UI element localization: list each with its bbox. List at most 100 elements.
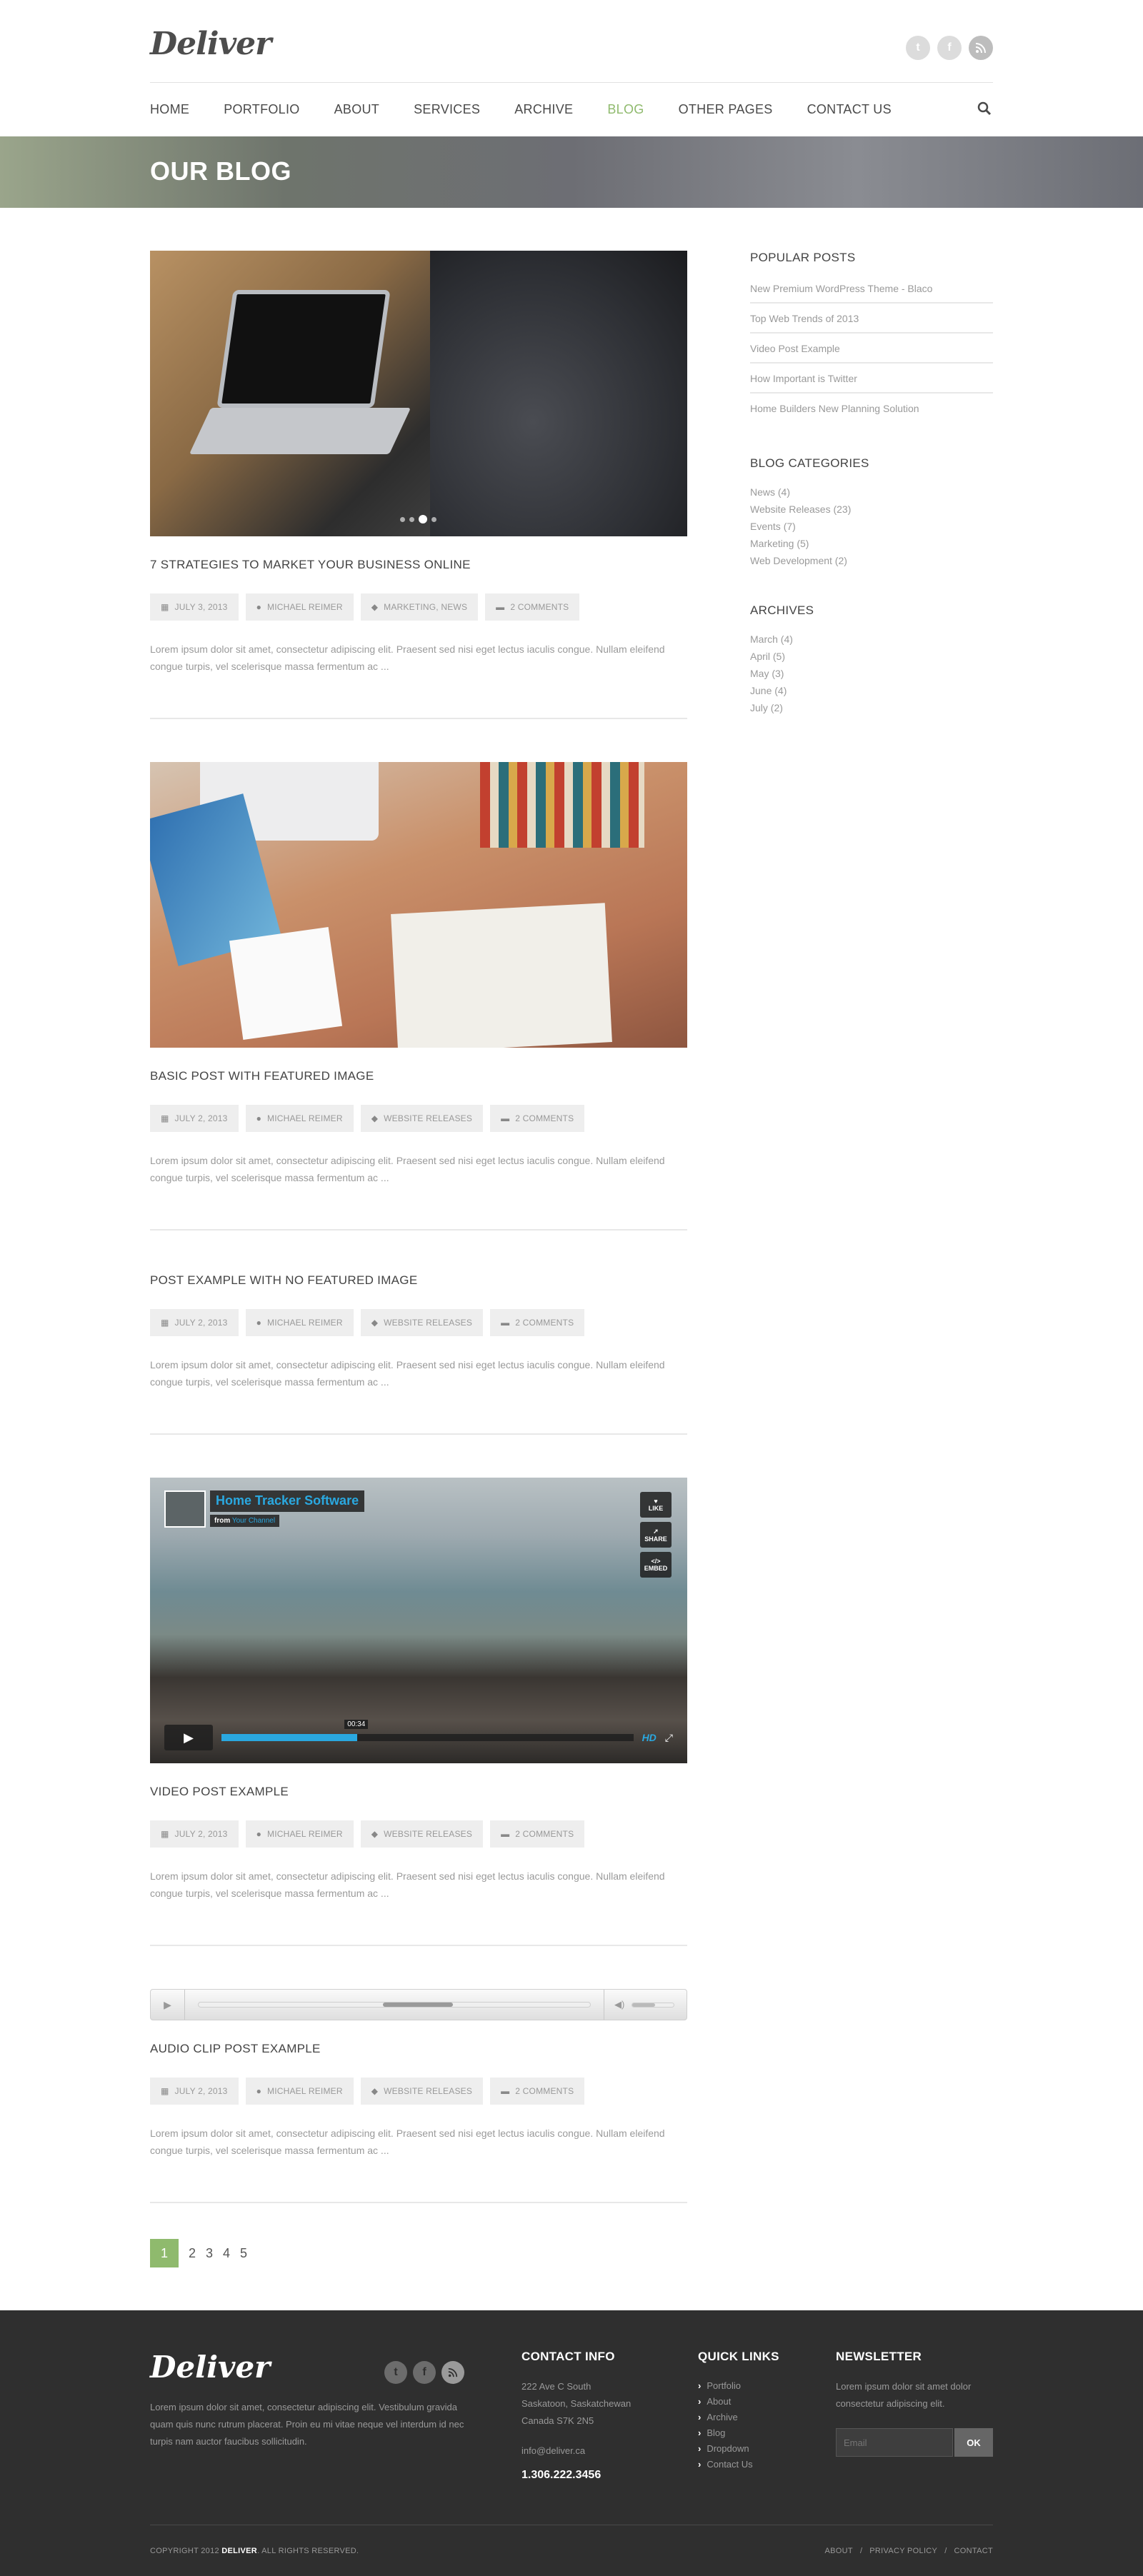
nav-blog[interactable]: BLOG [607,102,644,117]
video-player[interactable]: Home Tracker Software from Your Channel … [150,1478,687,1763]
nav-about[interactable]: ABOUT [334,102,380,117]
post-title[interactable]: POST EXAMPLE WITH NO FEATURED IMAGE [150,1273,687,1288]
post-category[interactable]: ◆ WEBSITE RELEASES [360,2078,484,2105]
play-button[interactable]: ▶ [164,1725,213,1750]
popular-post-link[interactable]: New Premium WordPress Theme - Blaco [750,278,993,304]
newsletter: NEWSLETTER Lorem ipsum dolor sit amet do… [836,2350,993,2482]
post-author[interactable]: ● MICHAEL REIMER [245,1309,354,1336]
rss-icon[interactable] [441,2361,464,2384]
footer-social-links: t f [384,2361,464,2384]
hd-button[interactable]: HD [642,1732,657,1743]
archive-link[interactable]: April (5) [750,648,993,665]
twitter-icon[interactable]: t [384,2361,407,2384]
footer-link-privacy[interactable]: PRIVACY POLICY [869,2547,937,2555]
channel-avatar[interactable] [164,1490,206,1528]
pagination: 1 2 3 4 5 [150,2239,687,2267]
share-button[interactable]: ➚ SHARE [640,1522,672,1548]
facebook-icon[interactable]: f [413,2361,436,2384]
slider-dot[interactable] [431,516,436,522]
newsletter-submit-button[interactable]: OK [954,2428,993,2457]
post-comments[interactable]: ▬ 2 COMMENTS [490,1309,585,1336]
post-category[interactable]: ◆ WEBSITE RELEASES [360,1309,484,1336]
facebook-icon[interactable]: f [937,36,962,60]
fullscreen-icon[interactable]: ⤢ [665,1732,673,1744]
quick-link[interactable]: Contact Us [698,2457,836,2472]
search-icon[interactable] [977,101,993,117]
volume-slider[interactable] [632,2002,675,2008]
popular-post-link[interactable]: Top Web Trends of 2013 [750,308,993,334]
rss-icon[interactable] [969,36,993,60]
audio-play-button[interactable]: ▶ [151,1990,185,2020]
tag-icon: ◆ [371,2086,379,2096]
quick-link[interactable]: Portfolio [698,2378,836,2394]
newsletter-title: NEWSLETTER [836,2350,922,2363]
quick-link[interactable]: Archive [698,2410,836,2425]
tag-icon: ◆ [371,1829,379,1839]
video-channel[interactable]: from Your Channel [210,1515,280,1527]
quick-link[interactable]: Blog [698,2425,836,2441]
slider-dot[interactable] [409,516,414,522]
post-author[interactable]: ● MICHAEL REIMER [245,593,354,621]
video-progress-bar[interactable]: 00:34 [221,1720,634,1741]
post-title[interactable]: BASIC POST WITH FEATURED IMAGE [150,1069,687,1083]
post-featured-image[interactable] [150,251,687,536]
nav-other-pages[interactable]: OTHER PAGES [679,102,773,117]
post-comments[interactable]: ▬ 2 COMMENTS [490,2078,585,2105]
popular-post-link[interactable]: How Important is Twitter [750,368,993,394]
slider-dot[interactable] [400,516,405,522]
audio-progress-bar[interactable] [198,2002,591,2008]
footer-link-contact[interactable]: CONTACT [954,2547,993,2555]
nav-archive[interactable]: ARCHIVE [514,102,573,117]
post-comments[interactable]: ▬ 2 COMMENTS [490,1105,585,1132]
quick-link[interactable]: About [698,2394,836,2410]
page-link[interactable]: 5 [240,2246,247,2261]
video-title[interactable]: Home Tracker Software [210,1490,365,1512]
popular-post-link[interactable]: Video Post Example [750,338,993,364]
archive-link[interactable]: June (4) [750,682,993,699]
post-comments[interactable]: ▬ 2 COMMENTS [490,1820,585,1848]
post-author[interactable]: ● MICHAEL REIMER [245,1105,354,1132]
newsletter-email-input[interactable] [836,2428,953,2457]
slider-dot-active[interactable] [419,515,427,523]
page-link[interactable]: 3 [206,2246,213,2261]
category-link[interactable]: Marketing (5) [750,535,993,552]
post-category[interactable]: ◆ WEBSITE RELEASES [360,1820,484,1848]
quick-link[interactable]: Dropdown [698,2441,836,2457]
page-link[interactable]: 2 [189,2246,196,2261]
nav-contact-us[interactable]: CONTACT US [807,102,892,117]
footer-logo[interactable]: Deliver [150,2350,521,2385]
play-icon: ▶ [184,1730,194,1745]
category-link[interactable]: Web Development (2) [750,552,993,569]
twitter-icon[interactable]: t [906,36,930,60]
site-logo[interactable]: Deliver [150,26,271,62]
archive-link[interactable]: March (4) [750,631,993,648]
page-link[interactable]: 4 [223,2246,230,2261]
audio-progress-fill [382,2003,454,2007]
post-author[interactable]: ● MICHAEL REIMER [245,1820,354,1848]
archive-link[interactable]: July (2) [750,699,993,716]
post-comments[interactable]: ▬ 2 COMMENTS [485,593,580,621]
nav-portfolio[interactable]: PORTFOLIO [224,102,299,117]
post-featured-image[interactable] [150,762,687,1048]
embed-button[interactable]: </> EMBED [640,1552,672,1578]
post-title[interactable]: 7 STRATEGIES TO MARKET YOUR BUSINESS ONL… [150,558,687,572]
footer-link-about[interactable]: ABOUT [825,2547,853,2555]
page-current[interactable]: 1 [150,2239,179,2267]
nav-home[interactable]: HOME [150,102,189,117]
popular-post-link[interactable]: Home Builders New Planning Solution [750,398,993,422]
category-link[interactable]: Website Releases (23) [750,501,993,518]
archive-link[interactable]: May (3) [750,665,993,682]
category-link[interactable]: Events (7) [750,518,993,535]
calendar-icon: ▦ [161,602,169,612]
post-title[interactable]: VIDEO POST EXAMPLE [150,1785,687,1799]
contact-email[interactable]: info@deliver.ca [521,2445,698,2456]
post-author[interactable]: ● MICHAEL REIMER [245,2078,354,2105]
post-category[interactable]: ◆ MARKETING, NEWS [360,593,479,621]
like-button[interactable]: ♥ LIKE [640,1492,672,1518]
calendar-icon: ▦ [161,1113,169,1123]
nav-services[interactable]: SERVICES [414,102,480,117]
post-title[interactable]: AUDIO CLIP POST EXAMPLE [150,2042,687,2056]
volume-icon[interactable]: ◀) [614,1999,624,2010]
category-link[interactable]: News (4) [750,483,993,501]
post-category[interactable]: ◆ WEBSITE RELEASES [360,1105,484,1132]
